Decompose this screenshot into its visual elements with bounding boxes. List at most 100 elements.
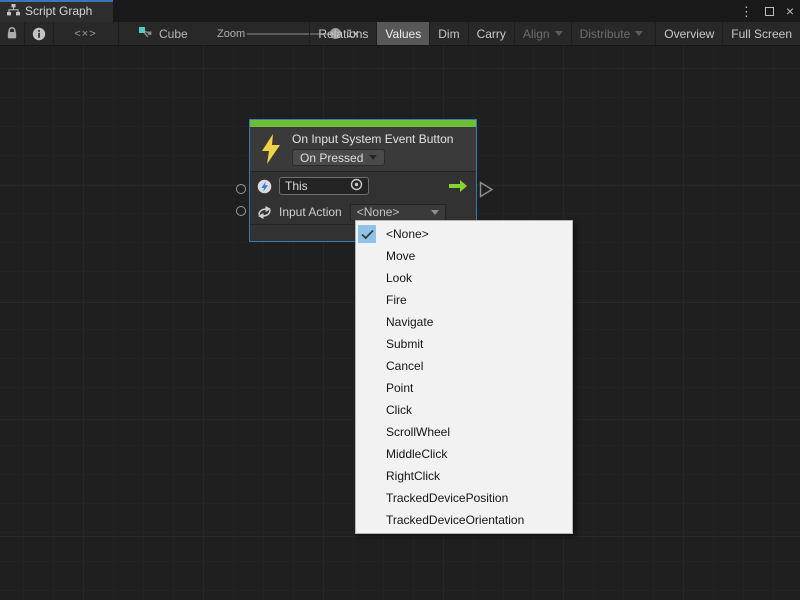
tab-title: Script Graph (25, 4, 92, 18)
toolbar-button-label: Align (523, 27, 550, 41)
check-spacer (358, 401, 376, 419)
check-spacer (358, 379, 376, 397)
menu-item-rightclick[interactable]: RightClick (356, 465, 572, 487)
target-picker-icon[interactable] (350, 178, 363, 194)
toolbar-button-distribute[interactable]: Distribute (571, 22, 652, 45)
menu-item-fire[interactable]: Fire (356, 289, 572, 311)
menu-item-label: <None> (386, 227, 429, 241)
menu-item-move[interactable]: Move (356, 245, 572, 267)
gameobject-bolt-icon (257, 179, 272, 194)
check-spacer (358, 247, 376, 265)
toolbar-button-label: Dim (438, 27, 459, 41)
menu-item-look[interactable]: Look (356, 267, 572, 289)
chevron-down-icon (635, 31, 643, 36)
menu-item-cancel[interactable]: Cancel (356, 355, 572, 377)
flow-port-triangle[interactable] (479, 181, 494, 201)
check-spacer (358, 357, 376, 375)
graph-target-chip[interactable]: Cube (138, 22, 188, 45)
info-icon[interactable] (24, 22, 53, 45)
graph-asset-icon (138, 26, 153, 42)
toolbar-button-align[interactable]: Align (514, 22, 571, 45)
event-type-value: On Pressed (300, 151, 363, 165)
menu-item-label: MiddleClick (386, 447, 447, 461)
menu-item-label: Click (386, 403, 412, 417)
input-action-menu: <None> Move Look Fire Navigate Submit Cancel Po… (355, 220, 573, 534)
chevron-down-icon (431, 210, 439, 215)
title-bar: Script Graph ⋮ × (0, 0, 800, 22)
menu-item-label: ScrollWheel (386, 425, 450, 439)
toolbar-button-label: Full Screen (731, 27, 792, 41)
menu-item-label: Navigate (386, 315, 433, 329)
toolbar-button-carry[interactable]: Carry (468, 22, 514, 45)
menu-item-label: TrackedDeviceOrientation (386, 513, 524, 527)
menu-item-label: Look (386, 271, 412, 285)
menu-item-point[interactable]: Point (356, 377, 572, 399)
graph-toolbar: <×> Cube Zoom 1x RelationsValuesDimCarry… (0, 22, 800, 46)
menu-item-trackeddeviceposition[interactable]: TrackedDevicePosition (356, 487, 572, 509)
toolbar-button-dim[interactable]: Dim (429, 22, 467, 45)
code-view-icon[interactable]: <×> (53, 22, 118, 45)
check-spacer (358, 335, 376, 353)
menu-item-label: RightClick (386, 469, 440, 483)
check-spacer (358, 313, 376, 331)
value-port-input-action[interactable] (236, 206, 246, 216)
value-port-this[interactable] (236, 184, 246, 194)
this-port-row: This (250, 172, 476, 200)
menu-item-middleclick[interactable]: MiddleClick (356, 443, 572, 465)
lock-icon[interactable] (0, 22, 24, 45)
menu-item-label: TrackedDevicePosition (386, 491, 508, 505)
event-bolt-icon (250, 134, 292, 164)
event-type-dropdown[interactable]: On Pressed (292, 149, 385, 166)
menu-item-label: Cancel (386, 359, 423, 373)
script-graph-window: Script Graph ⋮ × <×> (0, 0, 800, 600)
graph-target-label: Cube (159, 27, 188, 41)
menu-item-click[interactable]: Click (356, 399, 572, 421)
window-menu-icon[interactable]: ⋮ (740, 5, 753, 18)
input-action-dropdown[interactable]: <None> (350, 204, 446, 221)
toolbar-button-values[interactable]: Values (376, 22, 429, 45)
maximize-icon[interactable] (765, 7, 774, 16)
menu-item-trackeddeviceorientation[interactable]: TrackedDeviceOrientation (356, 509, 572, 531)
check-spacer (358, 445, 376, 463)
menu-item-submit[interactable]: Submit (356, 333, 572, 355)
toolbar-button-label: Relations (318, 27, 368, 41)
tab-focus-accent (0, 0, 113, 2)
toolbar-button-label: Values (385, 27, 421, 41)
toolbar-button-full-screen[interactable]: Full Screen (722, 22, 800, 45)
chevron-down-icon (555, 31, 563, 36)
check-spacer (358, 489, 376, 507)
check-spacer (358, 423, 376, 441)
node-header[interactable]: On Input System Event Button On Pressed (250, 127, 476, 171)
toolbar-button-label: Distribute (580, 27, 631, 41)
check-spacer (358, 467, 376, 485)
tab-script-graph[interactable]: Script Graph (0, 0, 113, 22)
input-action-value: <None> (357, 205, 400, 219)
close-icon[interactable]: × (786, 4, 794, 18)
toolbar-button-relations[interactable]: Relations (309, 22, 376, 45)
event-node-color-bar (250, 120, 476, 127)
zoom-label: Zoom (217, 22, 245, 45)
menu-item-label: Submit (386, 337, 423, 351)
menu-item-scrollwheel[interactable]: ScrollWheel (356, 421, 572, 443)
this-value-text: This (285, 179, 308, 193)
chevron-down-icon (369, 155, 377, 160)
flow-output-arrow-icon[interactable] (448, 179, 468, 193)
input-action-icon (257, 206, 272, 219)
toolbar-button-group: Relations Values Dim Carry Align Distribute Ov… (309, 22, 800, 45)
menu-item-label: Point (386, 381, 413, 395)
input-action-label: Input Action (279, 205, 342, 219)
check-spacer (358, 511, 376, 529)
check-spacer (358, 291, 376, 309)
toolbar-button-label: Overview (664, 27, 714, 41)
menu-item-none[interactable]: <None> (356, 223, 572, 245)
menu-item-navigate[interactable]: Navigate (356, 311, 572, 333)
toolbar-button-label: Carry (477, 27, 506, 41)
toolbar-button-overview[interactable]: Overview (655, 22, 722, 45)
check-spacer (358, 269, 376, 287)
this-value-field[interactable]: This (279, 177, 369, 195)
script-graph-icon (7, 4, 20, 19)
graph-canvas[interactable]: On Input System Event Button On Pressed (0, 46, 800, 600)
node-title: On Input System Event Button (292, 132, 453, 146)
checkmark-icon (358, 225, 376, 243)
menu-item-label: Fire (386, 293, 407, 307)
